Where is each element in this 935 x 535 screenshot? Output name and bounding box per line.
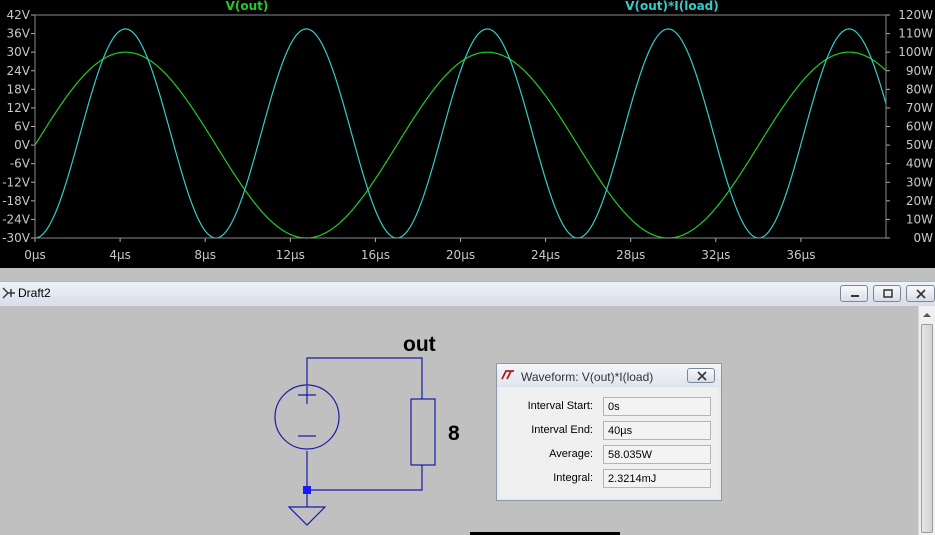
restore-icon [883,289,893,298]
left-tick-label: 6V [14,120,31,134]
x-tick-label: 16µs [361,248,390,262]
x-tick-label: 20µs [446,248,475,262]
x-tick-label: 8µs [194,248,216,262]
load-resistor[interactable] [410,398,436,466]
x-tick-label: 24µs [531,248,560,262]
trace-label-vout[interactable]: V(out) [226,0,269,13]
left-tick-label: -6V [10,157,31,171]
x-axis-ticks: 0µs 4µs 8µs 12µs 16µs 20µs 24µs 28µs 32µs 36µs [24,238,815,262]
right-tick-label: 50W [906,138,933,152]
x-tick-label: 32µs [701,248,730,262]
restore-button[interactable] [873,285,901,302]
x-tick-label: 0µs [24,248,46,262]
x-tick-label: 36µs [786,248,815,262]
field-integral: Integral: 2.3214mJ [500,467,718,489]
left-tick-label: 30V [7,45,31,59]
interval-start-field[interactable]: 0s [603,397,711,416]
net-label-out[interactable]: out [403,333,436,357]
window-title: Draft2 [18,286,51,300]
left-tick-label: 24V [7,64,31,78]
dialog-body: Interval Start: 0s Interval End: 40µs Av… [500,388,718,498]
close-icon [916,289,926,299]
ltspice-dialog-icon [501,370,514,380]
close-button[interactable] [906,285,935,302]
right-tick-label: 20W [906,194,933,208]
minimize-button[interactable] [840,285,868,302]
dialog-close-button[interactable] [687,368,715,383]
right-tick-label: 100W [898,45,933,59]
dialog-titlebar[interactable]: Waveform: V(out)*I(load) [497,364,721,387]
left-tick-label: -12V [2,175,31,189]
x-tick-label: 4µs [109,248,131,262]
right-tick-label: 90W [906,64,933,78]
resistor-value-label[interactable]: 8 [448,422,460,446]
scrollbar-thumb[interactable] [921,324,933,533]
right-tick-label: 60W [906,120,933,134]
schematic-window-titlebar[interactable]: Draft2 [0,281,935,307]
x-tick-label: 28µs [616,248,645,262]
trace-label-power[interactable]: V(out)*I(load) [625,0,719,13]
field-interval-start: Interval Start: 0s [500,395,718,417]
right-tick-label: 80W [906,82,933,96]
left-tick-label: -24V [2,212,31,226]
ground-node[interactable] [303,486,311,494]
interval-end-field[interactable]: 40µs [603,421,711,440]
right-axis-ticks: 120W 110W 100W 90W 80W 70W 60W 50W 40W 30W 20W 10W 0… [886,8,933,245]
left-tick-label: 42V [7,8,31,22]
plus-sign [298,386,316,404]
close-icon [697,371,707,381]
right-tick-label: 70W [906,101,933,115]
field-label: Interval End: [531,424,593,436]
average-field[interactable]: 58.035W [603,445,711,464]
scroll-up-arrow-icon[interactable] [919,308,935,322]
field-label: Integral: [553,472,593,484]
right-tick-label: 30W [906,175,933,189]
left-tick-label: 18V [7,82,31,96]
ltspice-app-icon [2,287,15,299]
right-tick-label: 120W [898,8,933,22]
trace-vout[interactable] [34,51,887,239]
field-label: Interval Start: [527,400,593,412]
waveform-plot[interactable]: V(out) V(out)*I(load) 42V 36V 30V 24V 18V 12V… [0,0,935,268]
right-tick-label: 10W [906,212,933,226]
ground-symbol[interactable] [287,506,327,526]
plot-frame [34,14,887,239]
trace-power[interactable] [34,28,887,239]
vertical-scrollbar[interactable] [918,306,935,535]
field-label: Average: [549,448,593,460]
right-tick-label: 40W [906,157,933,171]
plot-canvas[interactable]: V(out) V(out)*I(load) 42V 36V 30V 24V 18V 12V… [0,0,935,268]
left-axis-ticks: 42V 36V 30V 24V 18V 12V 6V 0V -6V -12V -18V -24V -30… [2,8,35,245]
x-tick-label: 12µs [276,248,305,262]
dialog-title: Waveform: V(out)*I(load) [521,370,654,384]
left-tick-label: 0V [14,138,31,152]
left-tick-label: 36V [7,27,31,41]
schematic-canvas[interactable]: out 8 [0,306,918,535]
integral-field[interactable]: 2.3214mJ [603,469,711,488]
minimize-icon [851,295,859,297]
left-tick-label: 12V [7,101,31,115]
right-tick-label: 110W [898,27,933,41]
field-average: Average: 58.035W [500,443,718,465]
trace-group [34,28,887,239]
left-tick-label: -18V [2,194,31,208]
waveform-dialog[interactable]: Waveform: V(out)*I(load) Interval Start:… [496,363,722,501]
field-interval-end: Interval End: 40µs [500,419,718,441]
left-tick-label: -30V [2,231,31,245]
wire-top[interactable] [306,357,423,399]
right-tick-label: 0W [914,231,934,245]
cut-off-directive-text [470,532,620,535]
wire-bottom[interactable] [306,451,423,491]
